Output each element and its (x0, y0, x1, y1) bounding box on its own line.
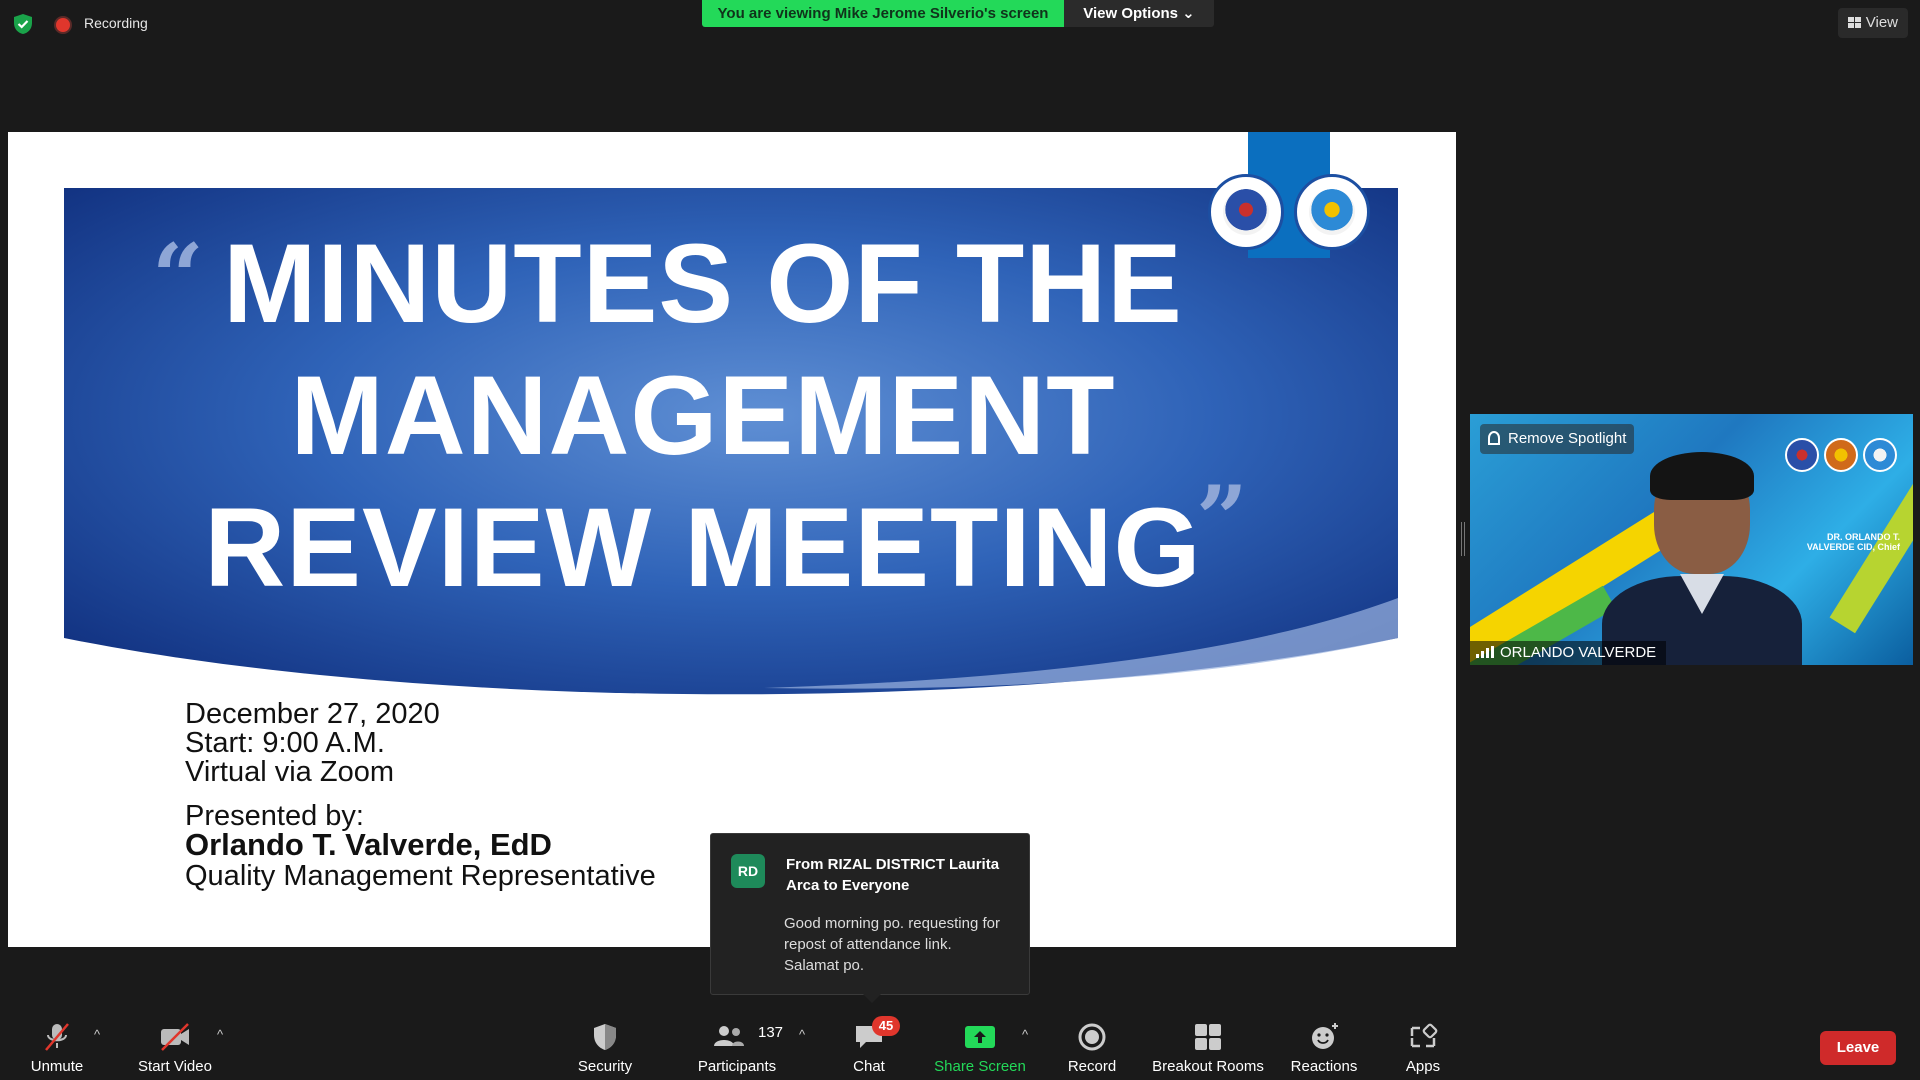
participant-video (1602, 452, 1802, 665)
avatar: RD (731, 854, 765, 888)
record-icon (1078, 1023, 1106, 1051)
viewing-screen-banner: You are viewing Mike Jerome Silverio's s… (702, 0, 1064, 27)
share-screen-label: Share Screen (934, 1058, 1026, 1075)
apps-button[interactable]: Apps (1398, 1022, 1448, 1075)
close-quote-mark: ” (1196, 466, 1248, 572)
remove-spotlight-button[interactable]: Remove Spotlight (1480, 424, 1635, 454)
participants-button[interactable]: 137 Participants (694, 1022, 784, 1075)
security-button[interactable]: Security (568, 1022, 642, 1075)
resize-handle[interactable] (1461, 522, 1465, 556)
reactions-label: Reactions (1290, 1058, 1358, 1075)
participants-icon (714, 1026, 744, 1046)
chat-sender: From RIZAL DISTRICT Laurita Arca to Ever… (786, 856, 1000, 894)
recording-indicator-icon (56, 18, 70, 32)
security-label: Security (577, 1058, 633, 1075)
microphone-muted-icon (45, 1023, 69, 1051)
deped-seal-logo (1208, 174, 1284, 250)
apps-icon (1410, 1023, 1438, 1048)
share-screen-icon (965, 1026, 995, 1048)
audio-options-chevron-icon[interactable]: ^ (90, 1028, 104, 1042)
share-screen-button[interactable]: Share Screen (930, 1022, 1030, 1075)
video-off-icon (161, 1023, 189, 1051)
view-button[interactable]: View (1837, 8, 1908, 38)
seal-icon (1863, 438, 1897, 472)
view-options-button[interactable]: View Options ⌄ (1064, 0, 1214, 27)
chat-notification-popup[interactable]: RD From RIZAL DISTRICT Laurita Arca to E… (710, 833, 1030, 1003)
slide-title-line: MINUTES OF THE (223, 221, 1183, 346)
breakout-rooms-icon (1195, 1024, 1221, 1050)
signal-bars-icon (1476, 646, 1494, 658)
presenter-role: Quality Management Representative (185, 860, 656, 892)
chat-label: Chat (853, 1058, 885, 1075)
recording-label: Recording (84, 15, 148, 31)
participant-name-tag: ORLANDO VALVERDE (1470, 641, 1667, 665)
leave-button[interactable]: Leave (1820, 1031, 1896, 1065)
participants-count: 137 (758, 1024, 784, 1041)
breakout-rooms-label: Breakout Rooms (1152, 1058, 1264, 1075)
participants-options-chevron-icon[interactable]: ^ (795, 1028, 809, 1042)
view-options-label: View Options (1083, 5, 1178, 22)
reactions-button[interactable]: Reactions (1288, 1022, 1360, 1075)
shared-screen-slide: “ MINUTES OF THE MANAGEMENT REVIEW MEETI… (8, 132, 1456, 947)
grid-view-icon (1847, 17, 1861, 28)
chat-button[interactable]: 45 Chat (838, 1016, 900, 1075)
view-label: View (1865, 14, 1898, 31)
meeting-start-time: Start: 9:00 A.M. (185, 727, 385, 759)
slide-title-line: REVIEW MEETING (204, 485, 1202, 610)
record-label: Record (1067, 1058, 1117, 1075)
spotlight-icon (1488, 431, 1500, 445)
slide-title: MINUTES OF THE MANAGEMENT REVIEW MEETING (188, 218, 1218, 614)
chevron-down-icon: ⌄ (1182, 5, 1195, 22)
participant-name: ORLANDO VALVERDE (1500, 644, 1657, 661)
meeting-toolbar: Unmute ^ Start Video ^ Security 137 Part… (0, 1004, 1920, 1080)
apps-label: Apps (1405, 1058, 1441, 1075)
reactions-smiley-icon (1312, 1023, 1338, 1049)
security-shield-icon (14, 14, 32, 34)
unmute-label: Unmute (30, 1058, 84, 1075)
record-button[interactable]: Record (1060, 1022, 1124, 1075)
division-of-laguna-seal-logo (1294, 174, 1370, 250)
unmute-button[interactable]: Unmute (22, 1022, 92, 1075)
share-options-chevron-icon[interactable]: ^ (1018, 1028, 1032, 1042)
chat-unread-badge: 45 (872, 1016, 900, 1036)
chat-message: Good morning po. requesting for repost o… (784, 915, 1000, 974)
meeting-venue: Virtual via Zoom (185, 756, 394, 788)
slide-title-line: MANAGEMENT (290, 353, 1116, 478)
seal-icon (1824, 438, 1858, 472)
security-shield-icon (594, 1024, 616, 1050)
remove-spotlight-label: Remove Spotlight (1508, 430, 1627, 447)
video-options-chevron-icon[interactable]: ^ (213, 1028, 227, 1042)
chat-bubble-icon: 45 (852, 1016, 900, 1052)
start-video-label: Start Video (138, 1058, 212, 1075)
meeting-date: December 27, 2020 (185, 698, 440, 730)
participant-video-tile[interactable]: DR. ORLANDO T. VALVERDE CID, Chief Remov… (1470, 414, 1913, 665)
presenter-name: Orlando T. Valverde, EdD (185, 827, 552, 862)
start-video-button[interactable]: Start Video (132, 1022, 218, 1075)
participants-label: Participants (697, 1058, 777, 1075)
breakout-rooms-button[interactable]: Breakout Rooms (1150, 1022, 1266, 1075)
